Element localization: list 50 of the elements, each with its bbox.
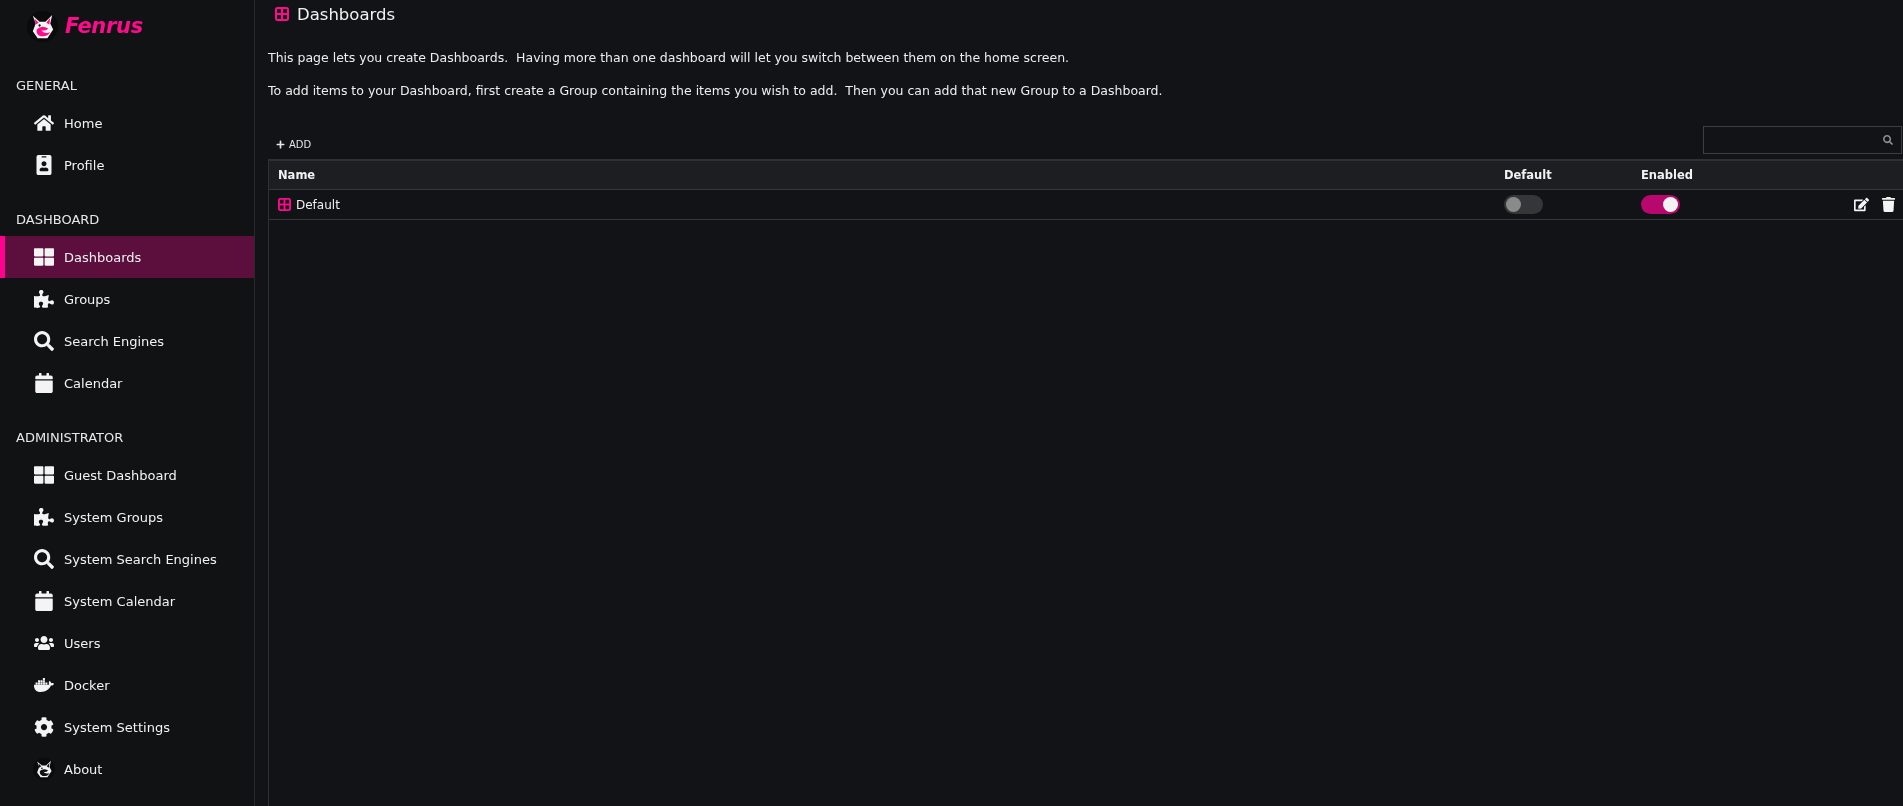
sidebar-item[interactable]: System Search Engines [0,538,254,580]
sidebar-item[interactable]: Guest Dashboard [0,454,254,496]
column-header: Name [277,168,317,182]
grid-icon [34,465,54,485]
section-heading: DASHBOARD [15,212,101,228]
section-heading: GENERAL [15,78,78,94]
grid-icon [275,7,289,21]
page-title: Dashboards [297,4,396,24]
sidebar-item[interactable]: System Groups [0,496,254,538]
description-text: This page lets you create Dashboards. Having more than one dashboard will let you switch between them on the home screen. [268,49,1071,67]
sidebar-item[interactable]: Groups [0,278,254,320]
column-header: Enabled [1640,168,1694,182]
sidebar-item[interactable]: Docker [0,664,254,706]
toggle-switch[interactable] [1504,195,1543,214]
sidebar-item[interactable]: Profile [0,144,254,186]
grid-icon [34,247,54,267]
description-text: To add items to your Dashboard, first create a Group containing the items you wish to add. Then you can add that new Group to a Dashboard. [268,82,1164,100]
sidebar-item[interactable]: Users [0,622,254,664]
sidebar-item[interactable]: Calendar [0,362,254,404]
trash-icon[interactable] [1881,197,1896,212]
section-heading: ADMINISTRATOR [15,430,125,446]
fox-logo-icon [27,10,58,42]
add-button[interactable]: ADD [272,137,316,152]
calendar-icon [34,591,54,611]
whale-icon [34,675,54,695]
sidebar-item[interactable]: System Calendar [0,580,254,622]
fox-icon [33,757,55,781]
sidebar-item[interactable]: System Settings [0,706,254,748]
search-icon [34,549,54,569]
home-icon [34,113,54,133]
dashboard-name: Default [296,197,340,212]
grid-icon [278,198,291,211]
search-icon [1883,135,1893,145]
brand-name: Fenrus [65,14,143,38]
calendar-icon [34,373,54,393]
plus-icon [276,140,285,149]
sidebar-item[interactable]: About [0,748,254,790]
puzzle-icon [34,289,54,309]
id-badge-icon [34,155,54,175]
search-field[interactable] [1703,126,1902,154]
toggle-switch[interactable] [1641,195,1680,214]
sidebar-item[interactable]: Dashboards [0,236,254,278]
sidebar-item[interactable]: Home [0,102,254,144]
settings-icon [34,717,54,737]
edit-icon[interactable] [1854,197,1869,212]
puzzle-icon [34,507,54,527]
sidebar-item[interactable]: Search Engines [0,320,254,362]
search-icon [34,331,54,351]
column-header: Default [1503,168,1553,182]
users-icon [34,633,54,653]
